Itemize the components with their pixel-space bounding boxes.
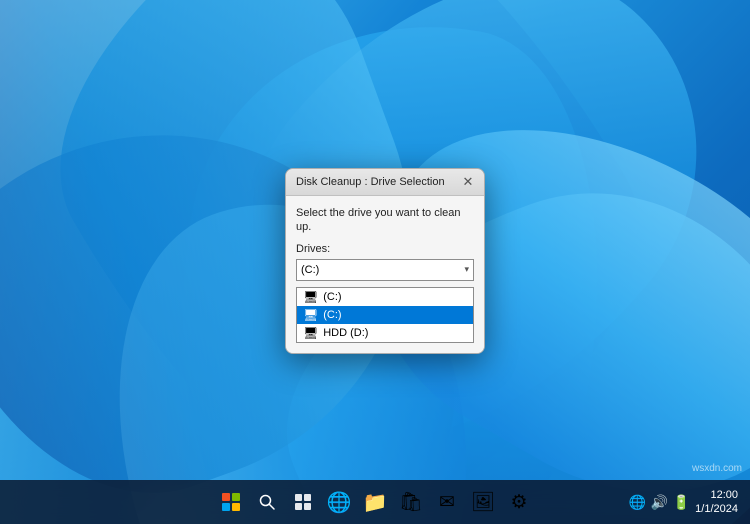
drive-icon: 🖥 xyxy=(303,308,318,322)
taskbar-center: 🌐 📁 🛍 ✉ 🖼 ⚙ xyxy=(215,486,535,518)
volume-icon[interactable]: 🔊 xyxy=(649,492,669,512)
date-display: 1/1/2024 xyxy=(695,502,738,516)
drive-item-c2[interactable]: 🖥 (C:) xyxy=(297,306,473,324)
dropdown-arrow-icon: ▾ xyxy=(464,264,469,275)
drive-icon: 🖥 xyxy=(303,326,318,340)
search-button[interactable] xyxy=(251,486,283,518)
time-display: 12:00 xyxy=(695,488,738,502)
network-icon[interactable]: 🌐 xyxy=(627,492,647,512)
drive-item-c1[interactable]: 🖥 (C:) xyxy=(297,288,473,306)
photos-button[interactable]: 🖼 xyxy=(467,486,499,518)
dialog-close-button[interactable]: ✕ xyxy=(460,174,476,190)
explorer-button[interactable]: 📁 xyxy=(359,486,391,518)
disk-cleanup-dialog: Disk Cleanup : Drive Selection ✕ Select … xyxy=(285,168,485,354)
email-button[interactable]: ✉ xyxy=(431,486,463,518)
drive-icon: 🖥 xyxy=(303,290,318,304)
start-button[interactable] xyxy=(215,486,247,518)
edge-button[interactable]: 🌐 xyxy=(323,486,355,518)
tray-icons: 🌐 🔊 🔋 xyxy=(627,492,691,512)
dropdown-value: (C:) xyxy=(301,264,319,276)
dialog-body: Select the drive you want to clean up. D… xyxy=(286,196,484,353)
battery-icon[interactable]: 🔋 xyxy=(671,492,691,512)
taskbar-right: 🌐 🔊 🔋 12:00 1/1/2024 xyxy=(627,488,742,517)
drive-label: HDD (D:) xyxy=(323,327,368,339)
drives-label: Drives: xyxy=(296,243,474,255)
drive-label: (C:) xyxy=(323,291,341,303)
drive-label: (C:) xyxy=(323,309,341,321)
dialog-titlebar: Disk Cleanup : Drive Selection ✕ xyxy=(286,169,484,196)
task-view-button[interactable] xyxy=(287,486,319,518)
taskbar: 🌐 📁 🛍 ✉ 🖼 ⚙ 🌐 🔊 🔋 12:00 1/1/2024 xyxy=(0,480,750,524)
drive-item-d[interactable]: 🖥 HDD (D:) xyxy=(297,324,473,342)
dialog-instruction: Select the drive you want to clean up. xyxy=(296,206,474,235)
drives-dropdown[interactable]: (C:) ▾ xyxy=(296,259,474,281)
store-button[interactable]: 🛍 xyxy=(395,486,427,518)
settings-button[interactable]: ⚙ xyxy=(503,486,535,518)
dialog-title: Disk Cleanup : Drive Selection xyxy=(296,176,445,188)
drives-list: 🖥 (C:) 🖥 (C:) 🖥 HDD (D:) xyxy=(296,287,474,343)
clock[interactable]: 12:00 1/1/2024 xyxy=(695,488,738,517)
watermark: wsxdn.com xyxy=(692,463,742,474)
